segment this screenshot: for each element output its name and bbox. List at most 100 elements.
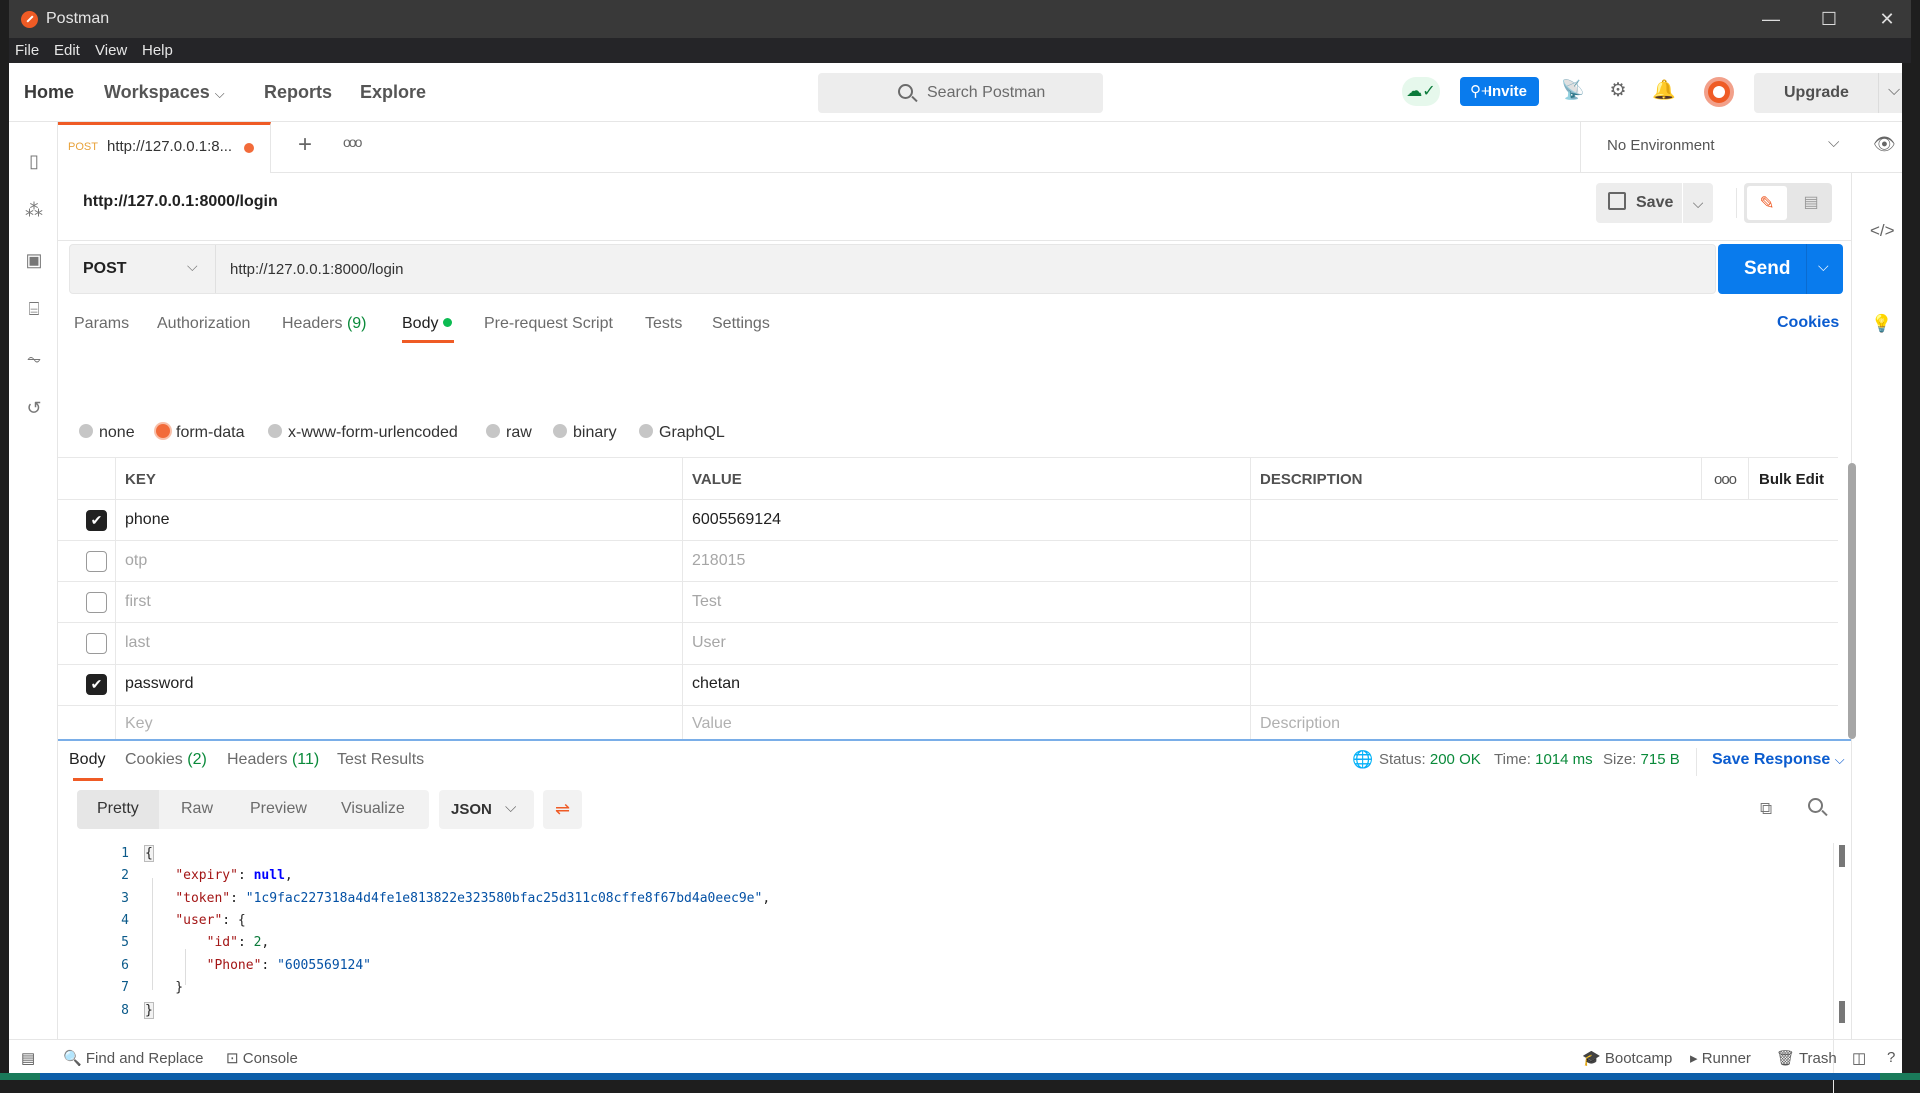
pencil-icon[interactable]: ✎ — [1747, 186, 1787, 220]
radio-form-data[interactable]: form-data — [156, 424, 244, 442]
view-pretty[interactable]: Pretty — [97, 800, 139, 818]
menu-help[interactable]: Help — [142, 42, 173, 59]
response-tab-body[interactable]: Body — [69, 751, 105, 769]
response-tab-headers[interactable]: Headers (11) — [227, 751, 319, 769]
environments-icon[interactable]: ▣ — [23, 249, 45, 271]
history-icon[interactable]: ↺ — [23, 397, 45, 419]
monitors-icon[interactable]: ⏦ — [23, 348, 45, 370]
cloud-sync-icon[interactable]: ☁✓ — [1402, 77, 1440, 106]
help-icon[interactable]: ? — [1887, 1049, 1895, 1066]
row-checkbox[interactable] — [86, 551, 107, 572]
chevron-down-icon[interactable]: ⌵ — [1818, 258, 1829, 275]
tab-authorization[interactable]: Authorization — [157, 315, 250, 333]
bell-icon[interactable]: 🔔 — [1652, 79, 1676, 103]
tab-settings[interactable]: Settings — [712, 315, 770, 333]
radio-graphql[interactable]: GraphQL — [639, 424, 725, 442]
new-tab-button[interactable]: + — [298, 131, 312, 159]
table-scrollbar[interactable] — [1848, 463, 1856, 739]
row-checkbox[interactable] — [86, 633, 107, 654]
code-icon[interactable]: </> — [1870, 221, 1895, 241]
runner-button[interactable]: ▸ Runner — [1690, 1049, 1751, 1067]
row-value[interactable]: 218015 — [692, 552, 745, 570]
environment-selector[interactable]: No Environment ⌵ 👁 — [1580, 122, 1911, 173]
radio-raw[interactable]: raw — [486, 424, 532, 442]
settings-icon[interactable]: ⚙ — [1606, 79, 1630, 103]
more-tabs-icon[interactable]: ooo — [343, 134, 362, 150]
eye-icon[interactable]: 👁 — [1873, 134, 1896, 155]
tab-headers[interactable]: Headers (9) — [282, 315, 367, 333]
tab-params[interactable]: Params — [74, 315, 129, 333]
tab-pre-request-script[interactable]: Pre-request Script — [484, 315, 613, 333]
view-preview[interactable]: Preview — [250, 800, 307, 818]
row-key[interactable]: last — [125, 634, 150, 652]
invite-button[interactable]: ⚲+ Invite — [1460, 77, 1539, 106]
tab-tests[interactable]: Tests — [645, 315, 682, 333]
menu-file[interactable]: File — [15, 42, 39, 59]
upgrade-button[interactable]: Upgrade ⌵ — [1754, 73, 1911, 113]
nav-reports[interactable]: Reports — [264, 82, 332, 103]
collections-icon[interactable]: ▯ — [23, 150, 45, 172]
chevron-down-icon[interactable]: ⌵ — [1888, 82, 1900, 100]
search-input[interactable]: Search Postman — [818, 73, 1103, 113]
comment-icon[interactable]: ▤ — [1792, 186, 1830, 220]
row-value[interactable]: 6005569124 — [692, 511, 781, 529]
save-button[interactable]: Save — [1596, 183, 1682, 223]
url-input[interactable] — [216, 245, 1716, 293]
format-select[interactable]: JSON ⌵ — [439, 790, 534, 829]
apis-icon[interactable]: ⁂ — [23, 199, 45, 221]
satellite-icon[interactable]: 📡 — [1561, 79, 1585, 103]
save-dropdown-button[interactable]: ⌵ — [1683, 183, 1713, 223]
wrap-lines-icon[interactable]: ⇌ — [543, 790, 582, 829]
row-value[interactable]: Test — [692, 593, 721, 611]
copy-icon[interactable]: ⧉ — [1760, 799, 1772, 819]
lightbulb-icon[interactable]: 💡 — [1870, 314, 1894, 334]
request-title[interactable]: http://127.0.0.1:8000/login — [83, 193, 278, 211]
row-checkbox[interactable] — [86, 592, 107, 613]
save-response-button[interactable]: Save Response ⌵ — [1712, 751, 1845, 769]
radio-x-www-form-urlencoded[interactable]: x-www-form-urlencoded — [268, 424, 458, 442]
response-tab-test-results[interactable]: Test Results — [337, 751, 424, 769]
bootcamp-button[interactable]: 🎓 Bootcamp — [1582, 1049, 1672, 1067]
response-tab-cookies[interactable]: Cookies (2) — [125, 751, 207, 769]
tab-body[interactable]: Body — [402, 315, 453, 333]
search-icon[interactable] — [1808, 798, 1823, 813]
find-replace-button[interactable]: 🔍 Find and Replace — [63, 1049, 203, 1067]
nav-explore[interactable]: Explore — [360, 82, 426, 103]
nav-workspaces[interactable]: Workspaces ⌵ — [104, 82, 225, 103]
radio-none[interactable]: none — [79, 424, 135, 442]
close-button[interactable]: ✕ — [1858, 0, 1916, 38]
pane-resize-handle[interactable] — [58, 739, 1851, 741]
view-raw[interactable]: Raw — [181, 800, 213, 818]
toggle-sidebar-icon[interactable]: ▤ — [21, 1049, 35, 1067]
row-key[interactable]: first — [125, 593, 151, 611]
row-value[interactable]: chetan — [692, 675, 740, 693]
maximize-button[interactable]: ☐ — [1800, 0, 1858, 38]
bulk-edit-button[interactable]: Bulk Edit — [1759, 471, 1824, 488]
response-body-code[interactable]: 1 2 3 4 5 6 7 8 { "expiry": null, "token… — [77, 843, 1827, 1033]
menu-view[interactable]: View — [95, 42, 127, 59]
new-value-input[interactable]: Value — [692, 715, 732, 733]
code-scrollbar-top[interactable] — [1839, 845, 1845, 867]
console-button[interactable]: ⊡ Console — [226, 1049, 298, 1067]
row-value[interactable]: User — [692, 634, 726, 652]
method-select[interactable]: POST ⌵ — [70, 245, 216, 293]
trash-button[interactable]: 🗑 Trash — [1776, 1049, 1837, 1067]
new-description-input[interactable]: Description — [1260, 715, 1340, 733]
nav-home[interactable]: Home — [24, 82, 74, 103]
row-key[interactable]: password — [125, 675, 193, 693]
view-visualize[interactable]: Visualize — [341, 800, 405, 818]
menu-edit[interactable]: Edit — [54, 42, 80, 59]
minimize-button[interactable]: — — [1742, 0, 1800, 38]
row-key[interactable]: phone — [125, 511, 170, 529]
request-tab[interactable]: POST http://127.0.0.1:8... — [58, 122, 271, 173]
two-pane-icon[interactable]: ◫ — [1852, 1049, 1866, 1067]
radio-binary[interactable]: binary — [553, 424, 617, 442]
cookies-link[interactable]: Cookies — [1777, 314, 1839, 332]
more-options-icon[interactable]: ooo — [1714, 471, 1737, 488]
mock-servers-icon[interactable]: ⌸ — [23, 298, 45, 320]
row-key[interactable]: otp — [125, 552, 147, 570]
new-key-input[interactable]: Key — [125, 715, 153, 733]
avatar[interactable] — [1704, 77, 1734, 107]
send-button[interactable]: Send ⌵ — [1718, 244, 1843, 294]
globe-icon[interactable]: 🌐 — [1352, 750, 1373, 770]
